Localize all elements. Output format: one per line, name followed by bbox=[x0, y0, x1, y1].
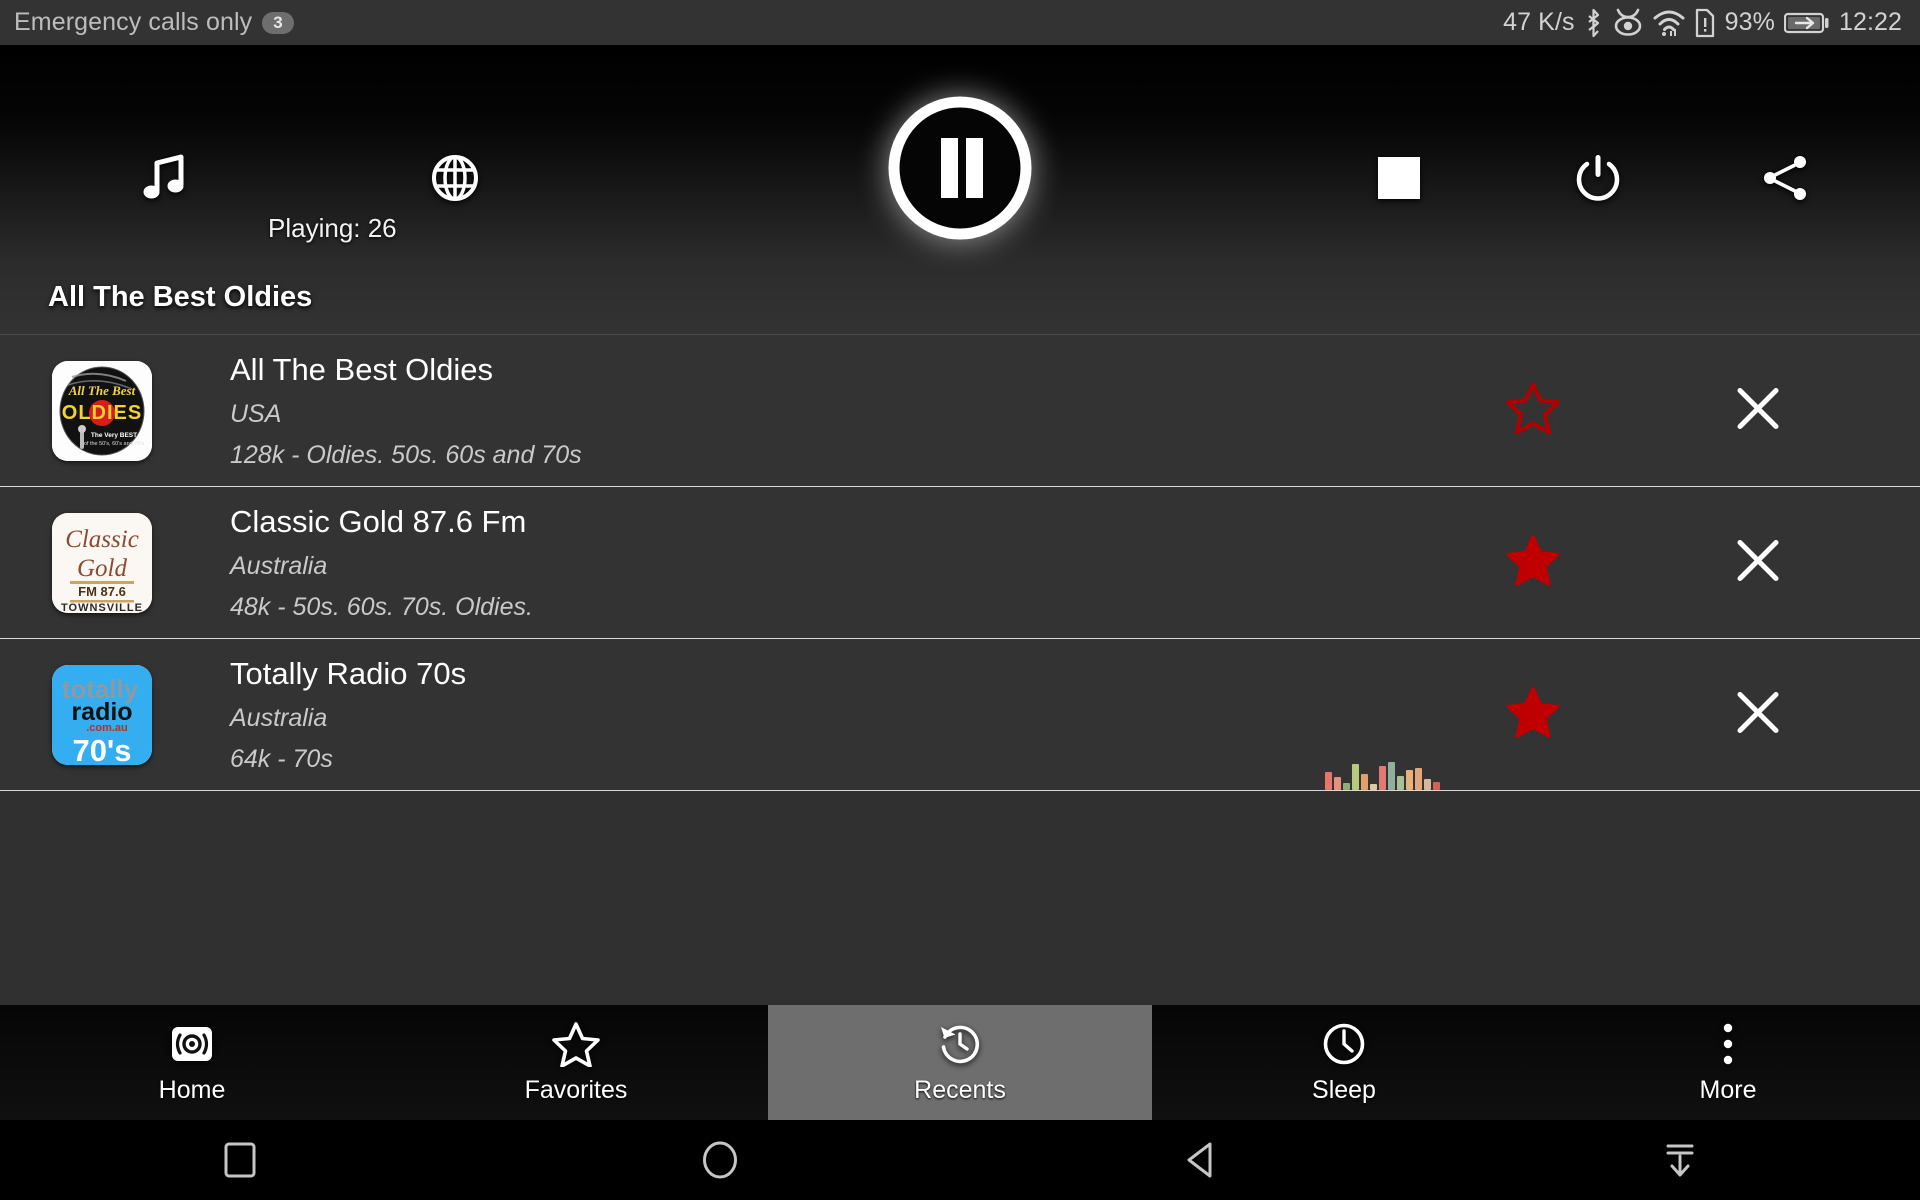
remove-station-button[interactable] bbox=[1735, 537, 1781, 588]
app-screen: Emergency calls only 3 47 K/s 93% 12:22 … bbox=[0, 0, 1920, 1200]
sim-alert-icon bbox=[1695, 8, 1714, 37]
station-list: All The Best OLDIES The Very BEST of the… bbox=[0, 335, 1920, 791]
stop-icon bbox=[1378, 157, 1420, 199]
tab-home[interactable]: Home bbox=[0, 1005, 384, 1120]
tab-label: Home bbox=[158, 1075, 226, 1104]
tab-recents[interactable]: Recents bbox=[768, 1005, 1152, 1120]
nav-home-button[interactable] bbox=[480, 1140, 960, 1180]
battery-percent-label: 93% bbox=[1724, 8, 1775, 36]
table-row[interactable]: All The Best OLDIES The Very BEST of the… bbox=[0, 335, 1920, 790]
svg-text:Classic: Classic bbox=[65, 526, 139, 553]
station-description: 48k - 50s. 60s. 70s. Oldies. bbox=[230, 592, 533, 621]
android-navigation-bar bbox=[0, 1120, 1920, 1200]
svg-text:TOWNSVILLE: TOWNSVILLE bbox=[61, 602, 143, 613]
tab-label: Favorites bbox=[524, 1075, 628, 1104]
station-country: Australia bbox=[230, 703, 328, 732]
tab-label: More bbox=[1699, 1075, 1757, 1104]
clock-icon bbox=[1323, 1023, 1365, 1064]
browse-web-button[interactable] bbox=[430, 153, 480, 203]
clock-label: 12:22 bbox=[1838, 8, 1902, 36]
svg-text:OLDIES: OLDIES bbox=[62, 402, 142, 424]
station-name: Totally Radio 70s bbox=[230, 655, 467, 691]
station-description: 128k - Oldies. 50s. 60s and 70s bbox=[230, 440, 582, 469]
network-speed-label: 47 K/s bbox=[1503, 8, 1575, 36]
battery-charging-icon bbox=[1783, 12, 1829, 33]
notification-count-badge: 3 bbox=[262, 11, 294, 34]
page-title: All The Best Oldies bbox=[48, 280, 313, 313]
more-vertical-icon bbox=[1723, 1023, 1733, 1064]
svg-text:Gold: Gold bbox=[77, 555, 128, 582]
music-note-icon bbox=[143, 154, 184, 199]
play-pause-button[interactable] bbox=[879, 87, 1041, 249]
globe-icon bbox=[432, 155, 478, 201]
tab-label: Recents bbox=[914, 1075, 1006, 1104]
svg-text:All The Best: All The Best bbox=[68, 383, 136, 398]
table-row[interactable]: Classic Gold FM 87.6 TOWNSVILLE Classic … bbox=[0, 487, 1920, 639]
remove-station-button[interactable] bbox=[1735, 385, 1781, 436]
share-button[interactable] bbox=[1762, 155, 1810, 201]
star-outline-icon bbox=[1506, 382, 1560, 434]
bottom-tab-bar: Home Favorites Recents Sleep More bbox=[0, 1005, 1920, 1120]
hide-navbar-icon bbox=[1666, 1144, 1694, 1177]
station-description: 64k - 70s bbox=[230, 744, 333, 773]
totally-radio-70s-logo: totally radio .com.au 70's bbox=[52, 664, 152, 765]
share-icon bbox=[1764, 156, 1806, 200]
svg-text:of the 50's, 60's and 70's: of the 50's, 60's and 70's bbox=[84, 441, 145, 447]
triangle-back-icon bbox=[1187, 1142, 1212, 1178]
favorite-star-button[interactable] bbox=[1505, 533, 1561, 592]
star-filled-icon bbox=[1506, 686, 1560, 738]
svg-text:The Very BEST: The Very BEST bbox=[91, 432, 137, 439]
station-country: USA bbox=[230, 399, 282, 428]
circle-home-icon bbox=[703, 1141, 737, 1179]
svg-text:FM 87.6: FM 87.6 bbox=[78, 584, 126, 599]
wifi-icon bbox=[1653, 10, 1685, 36]
station-meta: Totally Radio 70s Australia 64k - 70s bbox=[230, 656, 466, 774]
radio-home-icon bbox=[172, 1026, 212, 1061]
favorite-star-button[interactable] bbox=[1505, 381, 1561, 440]
pause-icon bbox=[888, 96, 1032, 240]
close-icon bbox=[1737, 387, 1779, 429]
status-bar-right: 47 K/s 93% 12:22 bbox=[1503, 8, 1902, 38]
carrier-label: Emergency calls only bbox=[14, 8, 253, 36]
playing-count-label: Playing: 26 bbox=[268, 213, 397, 243]
square-recents-icon bbox=[224, 1142, 256, 1178]
tab-sleep[interactable]: Sleep bbox=[1152, 1005, 1536, 1120]
power-exit-button[interactable] bbox=[1573, 153, 1623, 203]
station-meta: Classic Gold 87.6 Fm Australia 48k - 50s… bbox=[230, 504, 533, 622]
tab-favorites[interactable]: Favorites bbox=[384, 1005, 768, 1120]
status-bar-left: Emergency calls only 3 bbox=[14, 8, 294, 37]
close-icon bbox=[1737, 539, 1779, 581]
now-playing-header: All The Best Oldies bbox=[0, 260, 1920, 335]
table-row[interactable]: totally radio .com.au 70's Totally Radio… bbox=[0, 639, 1920, 791]
station-name: All The Best Oldies bbox=[230, 351, 494, 387]
music-library-button[interactable] bbox=[140, 153, 188, 203]
star-filled-icon bbox=[1506, 534, 1560, 586]
stop-button[interactable] bbox=[1378, 157, 1420, 199]
player-toolbar: Playing: 26 bbox=[0, 45, 1920, 260]
classic-gold-logo: Classic Gold FM 87.6 TOWNSVILLE bbox=[52, 512, 152, 613]
nav-back-button[interactable] bbox=[960, 1140, 1440, 1180]
nav-hide-bar-button[interactable] bbox=[1440, 1140, 1920, 1180]
remove-station-button[interactable] bbox=[1735, 689, 1781, 740]
station-meta: All The Best Oldies USA 128k - Oldies. 5… bbox=[230, 352, 582, 470]
history-icon bbox=[941, 1025, 980, 1063]
station-country: Australia bbox=[230, 551, 328, 580]
tab-label: Sleep bbox=[1312, 1075, 1376, 1104]
power-icon bbox=[1576, 155, 1620, 201]
favorite-star-button[interactable] bbox=[1505, 685, 1561, 744]
bluetooth-icon bbox=[1587, 8, 1599, 37]
nav-recents-button[interactable] bbox=[0, 1141, 480, 1179]
close-icon bbox=[1737, 691, 1779, 733]
star-outline-icon bbox=[552, 1021, 600, 1067]
station-name: Classic Gold 87.6 Fm bbox=[230, 503, 527, 539]
tab-more[interactable]: More bbox=[1536, 1005, 1920, 1120]
android-status-bar: Emergency calls only 3 47 K/s 93% 12:22 bbox=[0, 0, 1920, 45]
eye-care-icon bbox=[1614, 8, 1641, 36]
all-the-best-oldies-logo: All The Best OLDIES The Very BEST of the… bbox=[52, 360, 152, 461]
svg-text:70's: 70's bbox=[72, 733, 131, 765]
